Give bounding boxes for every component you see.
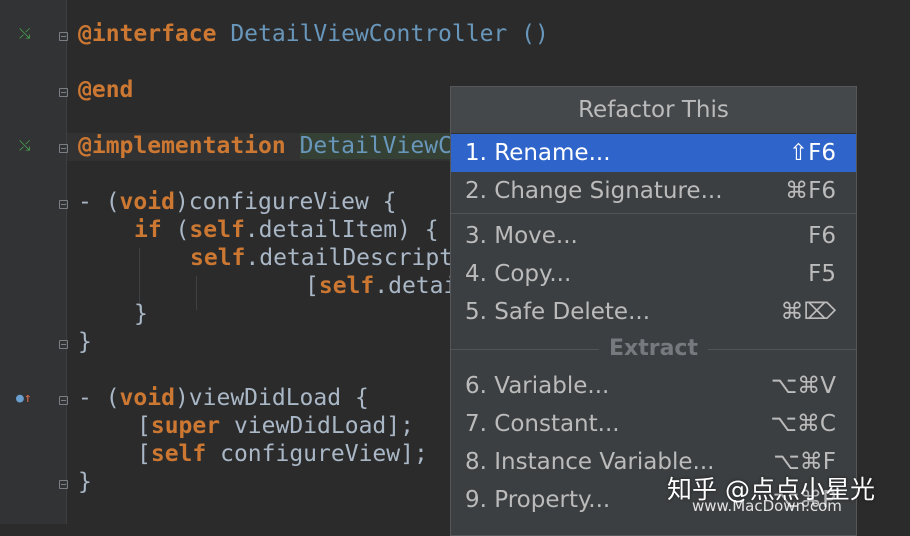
menu-item-label: 3. Move... (465, 223, 578, 249)
code-text: } (78, 329, 92, 355)
code-line-close-if[interactable]: } (134, 300, 148, 328)
code-text: } (134, 301, 148, 327)
code-keyword: @implementation (78, 133, 286, 159)
code-text: .detailDescript (245, 245, 454, 271)
menu-item-safe-delete[interactable]: 5. Safe Delete... ⌘⌦ (451, 293, 856, 331)
indent-guide (196, 276, 197, 310)
menu-item-label: 7. Constant... (465, 411, 620, 437)
code-keyword: self (150, 441, 207, 467)
code-text: configureView]; (206, 441, 428, 467)
menu-item-label: 2. Change Signature... (465, 178, 723, 204)
code-keyword: self (318, 273, 375, 299)
code-line-configureview-call[interactable]: [self configureView]; (137, 440, 428, 468)
menu-item-constant[interactable]: 7. Constant... ⌥⌘C (451, 405, 856, 443)
code-line-implementation[interactable]: @implementation DetailViewC (78, 132, 452, 160)
override-marker-icon[interactable]: ●↑ (16, 392, 32, 406)
gutter-separator (66, 0, 67, 524)
code-keyword: self (190, 245, 246, 271)
menu-item-shortcut: F5 (808, 261, 836, 287)
code-keyword: @end (78, 77, 134, 103)
menu-item-label: 5. Safe Delete... (465, 299, 651, 325)
code-line-super[interactable]: [super viewDidLoad]; (137, 412, 414, 440)
popup-title: Refactor This (451, 87, 856, 134)
code-keyword: @interface (78, 21, 217, 47)
fold-toggle-icon[interactable] (59, 480, 68, 489)
code-line-if[interactable]: if (self.detailItem) { (134, 216, 439, 244)
menu-item-label: 9. Property... (465, 487, 611, 513)
menu-item-shortcut: ⌥⌘C (770, 411, 836, 437)
editor-gutter (0, 0, 66, 524)
code-line-interface[interactable]: @interface DetailViewController () (78, 20, 549, 48)
code-text: } (78, 469, 92, 495)
code-line-close-method[interactable]: } (78, 328, 92, 356)
code-keyword: void (119, 189, 175, 215)
code-keyword: if (134, 217, 162, 243)
menu-item-change-signature[interactable]: 2. Change Signature... ⌘F6 (451, 172, 856, 210)
code-text: .detai (374, 273, 458, 299)
section-header-extract: Extract (451, 331, 856, 367)
code-class: DetailViewController () (216, 21, 549, 47)
code-keyword: super (150, 413, 221, 439)
menu-item-label: 1. Rename... (465, 140, 611, 166)
interface-marker-icon[interactable]: ⤯ (19, 27, 30, 41)
code-text: [ (305, 273, 319, 299)
menu-item-move[interactable]: 3. Move... F6 (451, 217, 856, 255)
menu-item-shortcut: ⌥⌘V (770, 373, 836, 399)
menu-item-shortcut: F6 (808, 223, 836, 249)
fold-toggle-icon[interactable] (59, 340, 68, 349)
code-text: [ (137, 441, 151, 467)
menu-item-copy[interactable]: 4. Copy... F5 (451, 255, 856, 293)
implementation-marker-icon[interactable]: ⤯ (19, 139, 30, 153)
code-keyword: self (189, 217, 245, 243)
code-line-viewdidload[interactable]: - (void)viewDidLoad { (78, 384, 369, 412)
refactor-popup: Refactor This 1. Rename... ⇧F6 2. Change… (450, 86, 857, 536)
fold-toggle-icon[interactable] (59, 88, 68, 97)
code-line-close-method[interactable]: } (78, 468, 92, 496)
code-text: viewDidLoad]; (220, 413, 414, 439)
menu-item-shortcut: ⇧F6 (788, 140, 836, 166)
fold-toggle-icon[interactable] (59, 144, 68, 153)
code-text: )viewDidLoad { (174, 385, 369, 411)
fold-toggle-icon[interactable] (59, 200, 68, 209)
menu-item-label: 6. Variable... (465, 373, 610, 399)
menu-item-variable[interactable]: 6. Variable... ⌥⌘V (451, 367, 856, 405)
code-keyword: void (119, 385, 175, 411)
code-class-highlighted: DetailViewC (299, 133, 452, 159)
watermark-url: www.MacDown.com (692, 497, 842, 515)
code-line-detailitem[interactable]: [self.detai (305, 272, 457, 300)
menu-item-label: 4. Copy... (465, 261, 572, 287)
menu-item-shortcut: ⌘F6 (785, 178, 836, 204)
code-text: ( (161, 217, 190, 243)
code-line-detaildescription[interactable]: self.detailDescript (190, 244, 453, 272)
code-text: - ( (78, 189, 120, 215)
code-text: - ( (78, 385, 120, 411)
code-text: )configureView { (174, 189, 397, 215)
code-text: .detailItem) { (244, 217, 439, 243)
fold-toggle-icon[interactable] (59, 396, 68, 405)
fold-toggle-icon[interactable] (59, 32, 68, 41)
menu-separator (451, 213, 856, 214)
menu-item-rename[interactable]: 1. Rename... ⇧F6 (451, 134, 856, 172)
menu-item-shortcut: ⌘⌦ (780, 299, 836, 325)
code-line-end[interactable]: @end (78, 76, 133, 104)
code-line-configureview[interactable]: - (void)configureView { (78, 188, 397, 216)
code-text: [ (137, 413, 151, 439)
